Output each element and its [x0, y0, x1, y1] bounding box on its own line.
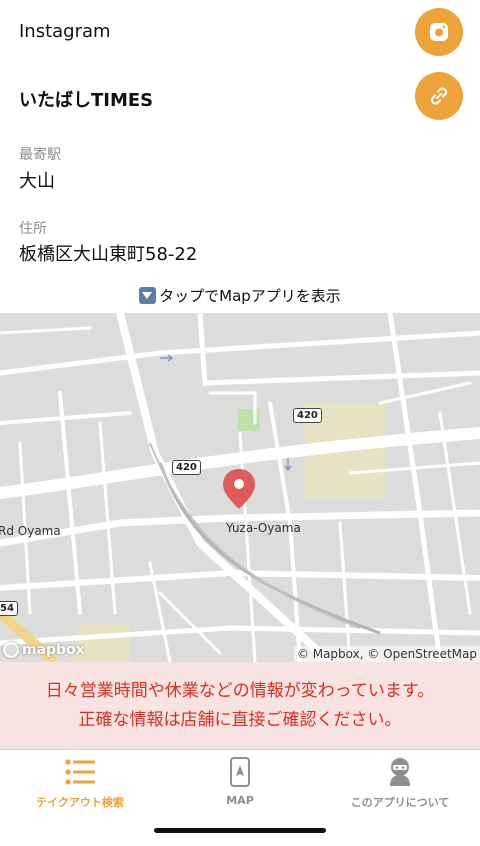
website-row: いたばしTIMES [0, 64, 480, 130]
station-caption: 最寄駅 [19, 147, 61, 163]
website-label: いたばしTIMES [19, 90, 154, 111]
station-value: 大山 [19, 171, 55, 192]
tab-about[interactable]: このアプリについて [320, 756, 480, 810]
down-arrow-icon [139, 287, 157, 304]
tab-takeout-search-label: テイクアウト検索 [36, 796, 124, 809]
tab-map-label: MAP [226, 794, 254, 807]
notice-line-1: 日々営業時間や休業などの情報が変わっています。 [45, 680, 435, 701]
map-attribution[interactable]: © Mapbox, © OpenStreetMap [293, 646, 480, 662]
route-shield-edge: 54 [0, 601, 18, 616]
location-pin-icon[interactable] [221, 467, 257, 511]
tab-map[interactable]: MAP [160, 756, 320, 807]
mapbox-logo-text: mapbox [22, 642, 85, 658]
address-caption: 住所 [19, 221, 47, 237]
route-shield-420-b: 420 [172, 460, 201, 475]
notice-line-2: 正確な情報は店舗に直接ご確認ください。 [78, 709, 402, 730]
address-value: 板橋区大山東町58-22 [19, 244, 198, 265]
link-icon [430, 87, 448, 105]
map-phone-icon [230, 757, 250, 787]
tab-about-label: このアプリについて [350, 796, 450, 809]
list-icon [65, 759, 95, 785]
ninja-icon [390, 758, 410, 786]
instagram-button[interactable] [415, 8, 463, 56]
instagram-row: Instagram [0, 0, 480, 64]
street-label-main: Yuza-Oyama [226, 521, 301, 535]
home-indicator[interactable] [154, 828, 326, 833]
map-hint-text: タップでMapアプリを表示 [159, 287, 341, 305]
tab-takeout-search[interactable]: テイクアウト検索 [0, 756, 160, 810]
route-shield-420-a: 420 [293, 408, 322, 423]
map-hint: タップでMapアプリを表示 [0, 285, 480, 306]
mapbox-logo-icon [3, 642, 19, 658]
website-link-button[interactable] [415, 72, 463, 120]
camera-icon [430, 23, 448, 41]
street-label-left: Rd Oyama [0, 524, 61, 538]
mapbox-logo[interactable]: mapbox [3, 642, 85, 658]
instagram-label: Instagram [19, 21, 111, 42]
map-view[interactable]: 420 420 54 Rd Oyama Yuza-Oyama mapbox © … [0, 313, 480, 662]
notice-banner: 日々営業時間や休業などの情報が変わっています。 正確な情報は店舗に直接ご確認くだ… [0, 662, 480, 749]
